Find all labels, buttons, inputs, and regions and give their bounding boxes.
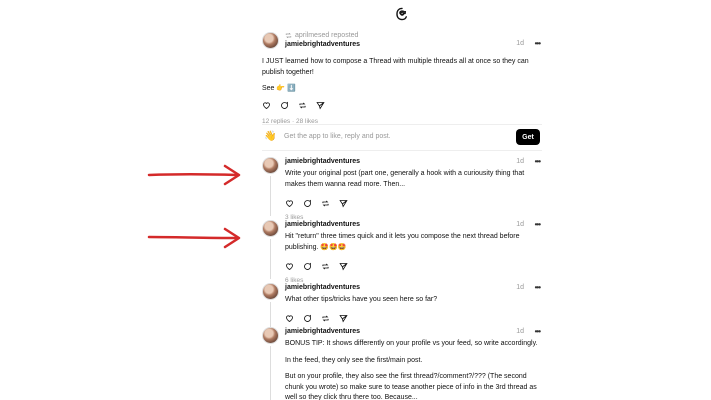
post-text: What other tips/tricks have you seen her…: [285, 296, 438, 303]
post-time: 1d: [516, 328, 524, 335]
repost-indicator: aprilmesed reposted: [285, 31, 542, 40]
like-icon[interactable]: [262, 101, 271, 110]
reply-icon[interactable]: [303, 314, 312, 323]
post-actions: [285, 261, 542, 271]
post-text: In the feed, they only see the first/mai…: [285, 356, 423, 364]
threads-logo-icon[interactable]: [395, 7, 409, 21]
post-time: 1d: [516, 221, 524, 228]
post-actions: [285, 314, 542, 324]
more-options-button[interactable]: •••: [535, 283, 541, 292]
share-icon[interactable]: [316, 101, 325, 110]
post-username[interactable]: jamiebrightadventures: [285, 220, 542, 229]
post-time: 1d: [516, 158, 524, 165]
more-options-button[interactable]: •••: [535, 157, 541, 166]
red-arrow-icon: [147, 227, 241, 249]
post-text: I JUST learned how to compose a Thread w…: [262, 58, 529, 76]
avatar[interactable]: [262, 327, 279, 344]
repost-action-icon[interactable]: [321, 262, 330, 271]
share-icon[interactable]: [339, 262, 348, 271]
divider: [262, 124, 542, 125]
thread-reply: jamiebrightadventures What other tips/tr…: [262, 283, 542, 324]
like-icon[interactable]: [285, 262, 294, 271]
share-icon[interactable]: [339, 314, 348, 323]
get-app-prompt: Get the app to like, reply and post.: [284, 133, 391, 140]
thread-reply: jamiebrightadventures BONUS TIP: It show…: [262, 327, 542, 400]
reply-icon[interactable]: [280, 101, 289, 110]
reply-icon[interactable]: [303, 199, 312, 208]
post-actions: [285, 198, 542, 208]
avatar[interactable]: [262, 32, 279, 49]
repost-action-icon[interactable]: [321, 199, 330, 208]
post-main: aprilmesed reposted jamiebrightadventure…: [262, 31, 542, 125]
post-actions: [262, 101, 542, 111]
repost-text: aprilmesed reposted: [295, 32, 359, 39]
repost-icon: [285, 32, 292, 39]
post-time: 1d: [516, 284, 524, 291]
post-username[interactable]: jamiebrightadventures: [285, 157, 542, 166]
red-arrow-icon: [147, 164, 241, 186]
get-app-banner: 👋 Get the app to like, reply and post. G…: [262, 129, 542, 146]
post-text: Write your original post (part one, gene…: [285, 170, 525, 188]
share-icon[interactable]: [339, 199, 348, 208]
post-username[interactable]: jamiebrightadventures: [285, 327, 542, 336]
wave-emoji-icon: 👋: [264, 131, 277, 142]
post-username[interactable]: jamiebrightadventures: [285, 283, 542, 292]
post-text: BONUS TIP: It shows differently on your …: [285, 340, 538, 347]
thread-reply: jamiebrightadventures Write your origina…: [262, 157, 542, 221]
avatar[interactable]: [262, 220, 279, 237]
repost-action-icon[interactable]: [321, 314, 330, 323]
avatar[interactable]: [262, 157, 279, 174]
post-username[interactable]: jamiebrightadventures: [285, 40, 542, 49]
like-icon[interactable]: [285, 199, 294, 208]
like-icon[interactable]: [285, 314, 294, 323]
post-time: 1d: [516, 40, 524, 47]
more-options-button[interactable]: •••: [535, 220, 541, 229]
post-see-text: See 👉 ⬇️: [262, 85, 296, 92]
reply-icon[interactable]: [303, 262, 312, 271]
divider: [262, 150, 542, 151]
avatar[interactable]: [262, 283, 279, 300]
more-options-button[interactable]: •••: [535, 39, 541, 48]
repost-action-icon[interactable]: [298, 101, 307, 110]
get-app-button[interactable]: Get: [516, 129, 540, 145]
thread-reply: jamiebrightadventures Hit "return" three…: [262, 220, 542, 284]
post-text: Hit "return" three times quick and it le…: [285, 233, 520, 251]
more-options-button[interactable]: •••: [535, 327, 541, 336]
post-text: But on your profile, they also see the f…: [285, 373, 537, 400]
